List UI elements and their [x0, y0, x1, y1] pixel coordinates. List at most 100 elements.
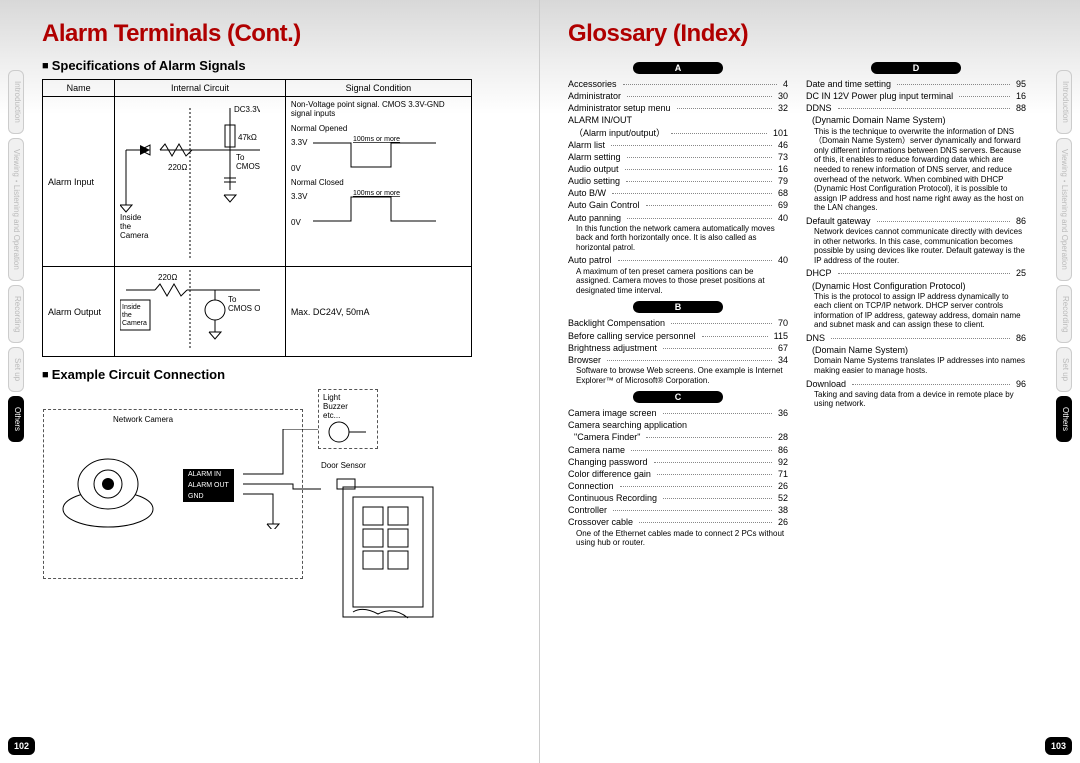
leader-dots: [677, 108, 772, 109]
glossary-item: Before calling service personnel 115: [568, 330, 788, 342]
row-in-circuit: DC3.3V 47kΩ 220Ω InsidetheCamera: [115, 97, 286, 267]
glossary-term: Administrator setup menu: [568, 102, 671, 114]
leader-dots: [838, 273, 1010, 274]
sig-nc: Normal Closed: [291, 178, 466, 187]
glossary-term: Date and time setting: [806, 78, 891, 90]
tab-others[interactable]: Others: [1056, 396, 1072, 442]
glossary-term: DC IN 12V Power plug input terminal: [806, 90, 953, 102]
door-icon: [333, 477, 443, 627]
glossary-term: Camera image screen: [568, 407, 657, 419]
leader-dots: [663, 348, 772, 349]
svg-text:0V: 0V: [291, 164, 301, 173]
sig-top-note: Non-Voltage point signal. CMOS 3.3V-GND …: [291, 100, 466, 118]
tab-set-up[interactable]: Set up: [8, 347, 24, 392]
leader-dots: [618, 260, 772, 261]
glossary-item: Auto panning 40: [568, 212, 788, 224]
row-out-circuit: 220Ω InsidetheCamera ToCMOS Output: [115, 267, 286, 357]
leader-dots: [838, 108, 1010, 109]
leader-dots: [626, 181, 772, 182]
glossary-term: Administrator: [568, 90, 621, 102]
tab-viewing-listening-and-operation[interactable]: Viewing・Listening and Operation: [1056, 138, 1072, 281]
glossary-columns: AAccessories4Administrator30Administrato…: [568, 58, 1038, 550]
tab-viewing-listening-and-operation[interactable]: Viewing・Listening and Operation: [8, 138, 24, 281]
leader-dots: [631, 450, 772, 451]
glossary-term: Continuous Recording: [568, 492, 657, 504]
tab-others[interactable]: Others: [8, 396, 24, 442]
glossary-term: Alarm list: [568, 139, 605, 151]
glossary-item: Camera searching application: [568, 419, 788, 431]
row-out-name: Alarm Output: [43, 267, 115, 357]
glossary-term: Backlight Compensation: [568, 317, 665, 329]
glossary-pill-A: A: [633, 62, 723, 74]
page-title-left: Alarm Terminals (Cont.): [42, 20, 511, 48]
glossary-page: 26: [778, 516, 788, 528]
svg-text:To: To: [228, 295, 237, 304]
glossary-term: Before calling service personnel: [568, 330, 696, 342]
glossary-note: A maximum of ten preset camera positions…: [568, 267, 788, 298]
tab-column-right: Introduction Viewing・Listening and Operat…: [1056, 70, 1072, 442]
glossary-item: Default gateway86: [806, 215, 1026, 227]
leader-dots: [620, 486, 772, 487]
tab-set-up[interactable]: Set up: [1056, 347, 1072, 392]
leader-dots: [625, 169, 772, 170]
svg-text:CMOS Output: CMOS Output: [228, 304, 260, 313]
tab-introduction[interactable]: Introduction: [1056, 70, 1072, 134]
glossary-term: Brightness adjustment: [568, 342, 657, 354]
glossary-item: Changing password92: [568, 456, 788, 468]
svg-text:3.3V: 3.3V: [291, 192, 308, 201]
glossary-page: 52: [778, 492, 788, 504]
glossary-item: Crossover cable26: [568, 516, 788, 528]
glossary-item: Accessories4: [568, 78, 788, 90]
glossary-item: (Domain Name System): [806, 344, 1026, 356]
glossary-term: (Dynamic Host Configuration Protocol): [812, 280, 966, 292]
wires: [243, 429, 323, 529]
th-name: Name: [43, 80, 115, 97]
leader-dots: [646, 205, 772, 206]
glossary-page: 88: [1016, 102, 1026, 114]
glossary-term: DDNS: [806, 102, 832, 114]
glossary-page: 26: [778, 480, 788, 492]
glossary-item: Controller38: [568, 504, 788, 516]
leader-dots: [897, 84, 1010, 85]
glossary-item: Camera name86: [568, 444, 788, 456]
glossary-item: DHCP25: [806, 267, 1026, 279]
lbl-light: Light Buzzer etc...: [323, 393, 348, 420]
svg-text:Inside: Inside: [122, 304, 141, 311]
term-out: ALARM OUT: [183, 480, 234, 491]
glossary-term: Auto panning: [568, 212, 621, 224]
glossary-term: Audio setting: [568, 175, 620, 187]
glossary-page: 67: [778, 342, 788, 354]
glossary-item: DNS86: [806, 332, 1026, 344]
tab-recording[interactable]: Recording: [8, 285, 24, 343]
glossary-term: DHCP: [806, 267, 832, 279]
glossary-page: 70: [778, 317, 788, 329]
wave-no: 3.3V0V 100ms or more: [291, 133, 441, 178]
glossary-page: 68: [778, 187, 788, 199]
glossary-page: 16: [1016, 90, 1026, 102]
glossary-page: 40: [778, 212, 788, 224]
glossary-term: Auto B/W: [568, 187, 606, 199]
glossary-page: 115: [774, 330, 788, 342]
glossary-page: 96: [1016, 378, 1026, 390]
glossary-item: Alarm setting73: [568, 151, 788, 163]
glossary-note: This is the technique to overwrite the i…: [806, 127, 1026, 215]
th-signal: Signal Condition: [285, 80, 471, 97]
svg-text:the: the: [120, 222, 132, 231]
tab-recording[interactable]: Recording: [1056, 285, 1072, 343]
tab-introduction[interactable]: Introduction: [8, 70, 24, 134]
glossary-item: Continuous Recording 52: [568, 492, 788, 504]
pageno-left: 102: [8, 737, 35, 755]
glossary-term: Auto patrol: [568, 254, 612, 266]
circuit-out-svg: 220Ω InsidetheCamera ToCMOS Output: [120, 270, 260, 350]
svg-text:the: the: [122, 312, 132, 319]
glossary-item: Date and time setting95: [806, 78, 1026, 90]
glossary-col-1: AAccessories4Administrator30Administrato…: [568, 58, 788, 550]
glossary-item: Auto B/W 68: [568, 187, 788, 199]
leader-dots: [611, 145, 772, 146]
glossary-term: (Domain Name System): [812, 344, 908, 356]
glossary-item: Backlight Compensation 70: [568, 317, 788, 329]
row-in-name: Alarm Input: [43, 97, 115, 267]
glossary-term: Audio output: [568, 163, 619, 175]
glossary-item: "Camera Finder"28: [568, 431, 788, 443]
leader-dots: [877, 221, 1010, 222]
